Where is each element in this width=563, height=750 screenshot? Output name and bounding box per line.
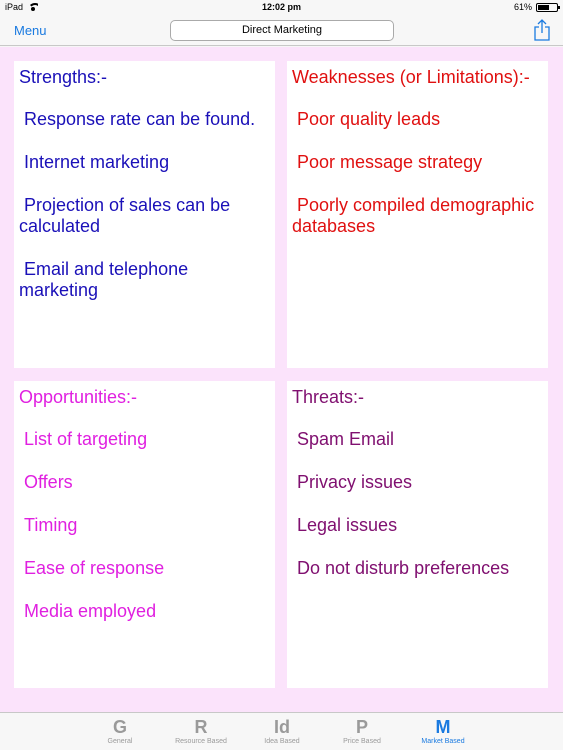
tab-label: Resource Based (175, 738, 227, 745)
share-icon[interactable] (533, 19, 551, 41)
threats-item: Privacy issues (292, 472, 413, 492)
battery-percent: 61% (513, 2, 532, 12)
menu-button[interactable]: Menu (14, 23, 47, 38)
tab-bar: G General R Resource Based Id Idea Based P Pric… (0, 712, 563, 750)
tab-glyph: Id (274, 717, 290, 737)
threats-item: Spam Email (292, 429, 395, 449)
tab-glyph: M (435, 717, 451, 737)
threats-item: Do not disturb preferences (292, 558, 510, 578)
tab-price-based[interactable]: P Price Based (322, 717, 402, 747)
status-bar: iPad 12:02 pm 61% (0, 0, 563, 16)
weaknesses-panel: Weaknesses (or Limitations):- Poor quali… (287, 61, 548, 368)
tab-glyph: G (112, 717, 127, 737)
battery-fill (538, 4, 549, 10)
threats-panel: Threats:- Spam Email Privacy issues Lega… (287, 381, 548, 688)
opportunities-item: List of targeting (19, 429, 148, 449)
weaknesses-list: Poor quality leads Poor message strategy… (292, 109, 543, 237)
page-title: Direct Marketing (170, 20, 394, 41)
threats-item: Legal issues (292, 515, 398, 535)
weaknesses-heading: Weaknesses (or Limitations):- (292, 67, 530, 87)
weaknesses-item: Poorly compiled demographic databases (292, 195, 535, 236)
battery-icon (536, 2, 560, 12)
tab-label: Market Based (421, 738, 465, 745)
opportunities-heading: Opportunities:- (19, 387, 138, 407)
strengths-heading: Strengths:- (19, 67, 108, 87)
opportunities-item: Timing (19, 515, 78, 535)
status-time: 12:02 pm (261, 2, 302, 12)
tab-market-based[interactable]: M Market Based (403, 717, 483, 747)
strengths-item: Projection of sales can be calculated (19, 195, 231, 236)
strengths-item: Internet marketing (19, 152, 170, 172)
tab-resource-based[interactable]: R Resource Based (161, 717, 241, 747)
strengths-list: Response rate can be found. Internet mar… (19, 109, 270, 301)
strengths-item: Response rate can be found. (19, 109, 256, 129)
tab-idea-based[interactable]: Id Idea Based (242, 717, 322, 747)
opportunities-item: Offers (19, 472, 73, 492)
tab-general[interactable]: G General (80, 717, 160, 747)
tab-glyph: R (194, 717, 208, 737)
opportunities-panel: Opportunities:- List of targeting Offers… (14, 381, 275, 688)
opportunities-item: Ease of response (19, 558, 165, 578)
tab-glyph: P (355, 717, 368, 737)
navigation-bar: Menu Direct Marketing (0, 16, 563, 46)
tab-label: Idea Based (264, 738, 300, 745)
opportunities-item: Media employed (19, 601, 157, 621)
status-right: 61% (513, 2, 560, 12)
strengths-item: Email and telephone marketing (19, 259, 189, 300)
tab-label: General (107, 738, 133, 745)
tab-label: Price Based (343, 738, 381, 745)
swot-content: Strengths:- Response rate can be found. … (0, 47, 563, 712)
strengths-panel: Strengths:- Response rate can be found. … (14, 61, 275, 368)
opportunities-list: List of targeting Offers Timing Ease of … (19, 429, 270, 622)
threats-list: Spam Email Privacy issues Legal issues D… (292, 429, 543, 579)
threats-heading: Threats:- (292, 387, 365, 407)
weaknesses-item: Poor message strategy (292, 152, 483, 172)
weaknesses-item: Poor quality leads (292, 109, 441, 129)
